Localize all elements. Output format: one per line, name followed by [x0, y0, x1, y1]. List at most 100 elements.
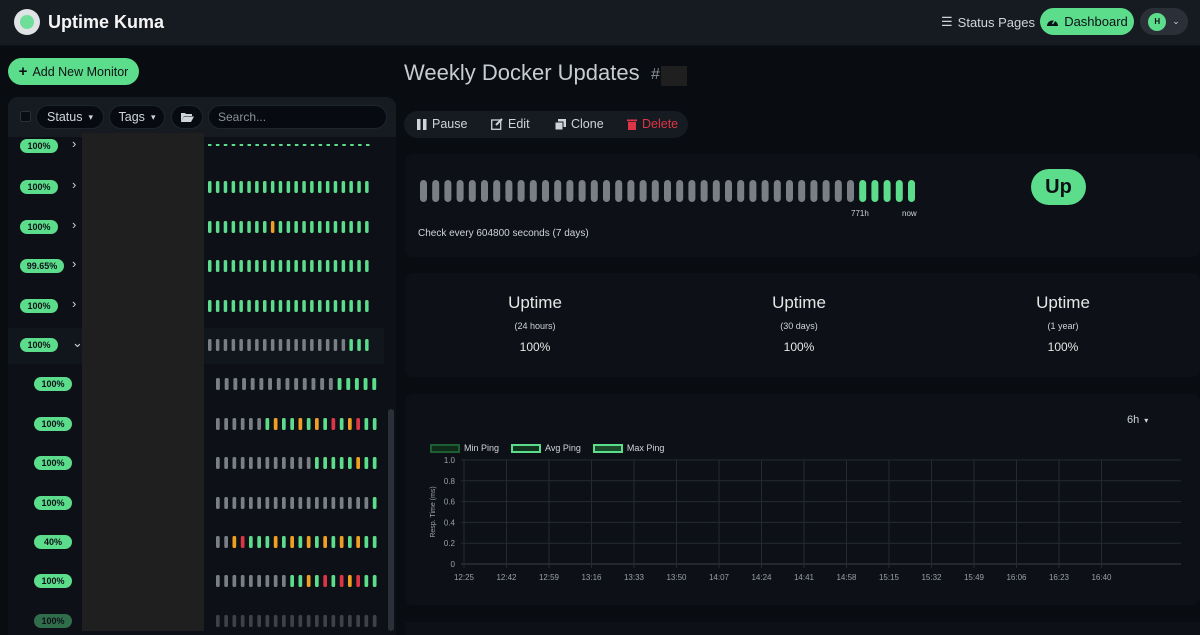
heartbeat-tick [333, 220, 338, 233]
heartbeat-tick [232, 575, 237, 588]
chevron-right-icon[interactable]: › [72, 256, 76, 271]
heartbeat-tick [278, 220, 283, 233]
select-all-checkbox[interactable] [20, 111, 31, 122]
mini-heartbeat-bar [216, 378, 377, 391]
chevron-right-icon[interactable]: › [72, 177, 76, 192]
uptime-badge: 100% [34, 416, 72, 431]
heartbeat-tick [323, 536, 327, 548]
heartbeat-tick [323, 614, 327, 627]
mini-heartbeat-bar [208, 181, 369, 194]
heartbeat-tick [263, 220, 267, 233]
heartbeat-tick [871, 180, 879, 202]
heartbeat-tick [294, 260, 298, 273]
heartbeat-tick [216, 575, 220, 588]
heartbeat-tick [554, 180, 562, 202]
heartbeat-tick [286, 181, 291, 194]
heartbeat-tick [341, 260, 346, 273]
heartbeat-tick [298, 614, 303, 627]
edit-button[interactable]: Edit [491, 117, 530, 131]
ping-chart: 0 0.2 0.4 0.6 0.8 1.0 12:25 12:42 12:59 13:16 13:3… [430, 456, 1181, 582]
search-input[interactable] [208, 105, 387, 129]
pause-button[interactable]: Pause [417, 117, 467, 131]
heartbeat-tick [365, 260, 369, 273]
heartbeat-tick [286, 220, 291, 233]
heartbeat-tick [270, 339, 275, 351]
heartbeat-tick [337, 378, 342, 391]
heartbeat-tick [208, 339, 212, 351]
heartbeat-tick [216, 378, 220, 391]
heartbeat-tick [356, 536, 360, 548]
y-tick-label: 1.0 [444, 456, 456, 465]
ping-chart-card: 6h ▾ Min Ping Avg Ping Max Ping 0 0.2 0.4 0… [405, 394, 1200, 605]
delete-button[interactable]: Delete [627, 117, 678, 131]
add-new-monitor-button[interactable]: + Add New Monitor [8, 58, 139, 85]
heartbeat-tick [302, 299, 306, 312]
heartbeat-tick [216, 614, 220, 627]
dashboard-button[interactable]: Dashboard [1040, 8, 1134, 35]
heartbeat-tick [627, 180, 635, 202]
heartbeat-tick [357, 299, 361, 312]
uptime-title: Uptime [508, 293, 562, 312]
monitor-id-hash: # [651, 66, 660, 83]
clone-icon [555, 118, 566, 130]
heartbeat-tick [273, 575, 278, 588]
heartbeat-tick [255, 260, 259, 273]
heartbeat-tick [349, 299, 353, 312]
uptime-badge: 100% [20, 180, 58, 195]
heartbeat-tick [339, 496, 344, 509]
heartbeat-tick [249, 496, 253, 509]
heartbeat-tick [224, 417, 228, 430]
heartbeat-tick [216, 457, 220, 470]
heartbeat-tick [249, 614, 253, 627]
redacted-monitor-names [82, 133, 204, 631]
pause-label: Pause [432, 117, 468, 131]
heartbeat-tick [349, 260, 353, 273]
heartbeat-tick [315, 614, 319, 627]
profile-dropdown[interactable]: H ⌄ [1140, 8, 1188, 35]
uptime-30d: Uptime (30 days) 100% [699, 293, 899, 354]
heartbeat-tick [231, 220, 236, 233]
heartbeat-tick [263, 260, 267, 273]
mini-heartbeat-bar [208, 260, 369, 273]
heartbeat-tick [294, 378, 299, 391]
uptime-badge: 100% [20, 298, 58, 313]
heartbeat-tick [348, 575, 352, 588]
mini-heartbeat-bar [216, 536, 377, 548]
heartbeat-tick [578, 180, 586, 202]
status-pages-link[interactable]: ☰ Status Pages [941, 14, 1035, 30]
brand[interactable]: Uptime Kuma [14, 9, 164, 35]
heartbeat-tick [240, 614, 245, 627]
pause-icon [417, 118, 427, 130]
heartbeat-tick [810, 180, 818, 202]
clone-button[interactable]: Clone [555, 117, 604, 131]
monitor-list-scrollbar[interactable] [388, 409, 394, 631]
heartbeat-tick [481, 180, 488, 202]
heartbeat-tick [231, 181, 236, 194]
chevron-right-icon[interactable]: › [72, 136, 76, 151]
heartbeat-tick [310, 181, 314, 194]
x-tick-label: 15:32 [921, 573, 942, 582]
heartbeat-tick [310, 144, 315, 146]
x-tick-label: 13:50 [666, 573, 687, 582]
heartbeat-tick [257, 614, 261, 627]
folder-open-icon [180, 113, 194, 122]
heartbeat-tick [325, 339, 330, 351]
uptime-badge: 100% [20, 219, 58, 234]
heartbeat-tick [325, 299, 330, 312]
chevron-right-icon[interactable]: › [72, 296, 76, 311]
status-filter[interactable]: Status ▾ [36, 105, 104, 129]
heartbeat-tick [282, 614, 286, 627]
heartbeat-tick [223, 144, 228, 146]
heartbeat-tick [676, 180, 684, 202]
heartbeat-tick [282, 417, 286, 430]
folder-filter[interactable] [171, 105, 203, 129]
heartbeat-tick [270, 181, 275, 194]
heartbeat-tick [357, 339, 361, 351]
heartbeat-tick [331, 614, 336, 627]
heartbeat-tick [318, 260, 322, 273]
tags-filter[interactable]: Tags ▾ [109, 105, 165, 129]
chevron-right-icon[interactable]: › [72, 217, 76, 232]
heartbeat-tick [333, 260, 338, 273]
heartbeat-tick [273, 496, 278, 509]
x-tick-label: 15:15 [879, 573, 900, 582]
